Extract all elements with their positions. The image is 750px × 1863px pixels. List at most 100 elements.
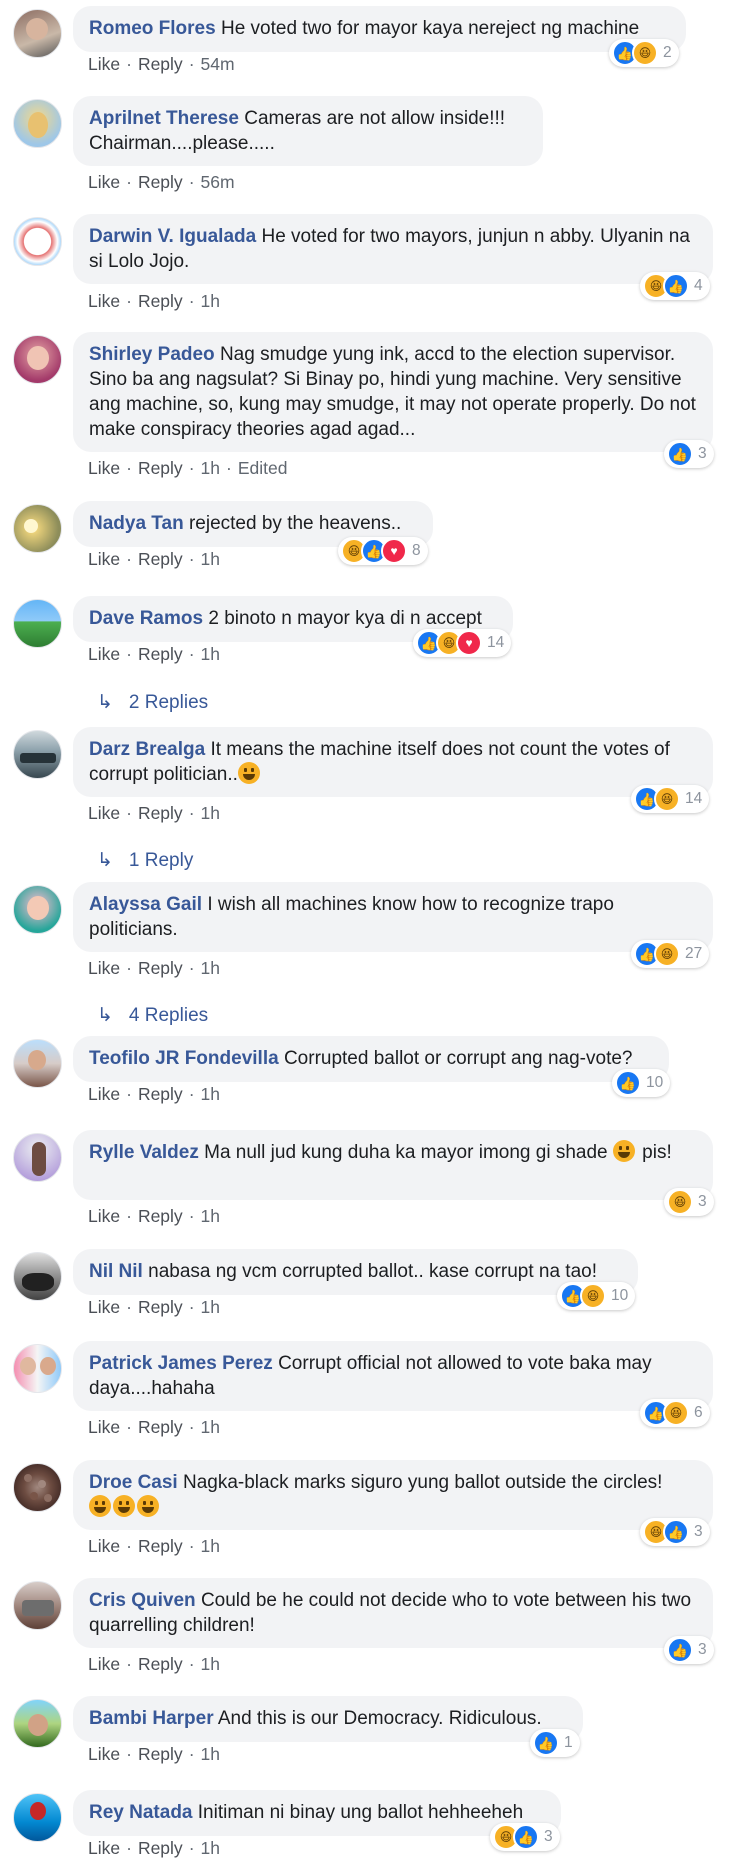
- reply-link[interactable]: Reply: [138, 172, 183, 192]
- comment-author[interactable]: Darz Brealga: [89, 739, 205, 760]
- comment-time[interactable]: 1h: [201, 1206, 220, 1226]
- reaction-summary[interactable]: 👍 😆 14: [631, 785, 710, 813]
- avatar[interactable]: [13, 335, 62, 384]
- like-link[interactable]: Like: [88, 958, 120, 978]
- avatar[interactable]: [13, 1463, 62, 1512]
- reaction-summary[interactable]: 👍 😆 ♥ 14: [413, 629, 512, 657]
- like-link[interactable]: Like: [88, 1297, 120, 1317]
- comment-time[interactable]: 1h: [201, 1417, 220, 1437]
- comment-author[interactable]: Dave Ramos: [89, 608, 203, 629]
- comment-time[interactable]: 1h: [201, 291, 220, 311]
- comment-author[interactable]: Darwin V. Igualada: [89, 226, 256, 247]
- edited-label[interactable]: Edited: [238, 458, 288, 478]
- comment-author[interactable]: Nil Nil: [89, 1261, 143, 1282]
- comment-time[interactable]: 1h: [201, 1654, 220, 1674]
- avatar[interactable]: [13, 9, 62, 58]
- reaction-summary[interactable]: 👍 😆 27: [631, 940, 710, 968]
- comment-time[interactable]: 1h: [201, 958, 220, 978]
- like-link[interactable]: Like: [88, 458, 120, 478]
- view-replies-link[interactable]: ↳ 1 Reply: [97, 849, 193, 872]
- view-replies-link[interactable]: ↳ 4 Replies: [97, 1004, 208, 1027]
- comment-author[interactable]: Teofilo JR Fondevilla: [89, 1048, 279, 1069]
- reply-link[interactable]: Reply: [138, 1417, 183, 1437]
- reaction-summary[interactable]: 👍 😆 6: [640, 1399, 710, 1427]
- reaction-summary[interactable]: 👍 😆 10: [557, 1282, 636, 1310]
- avatar[interactable]: [13, 1039, 62, 1088]
- reply-link[interactable]: Reply: [138, 1838, 183, 1858]
- comment-author[interactable]: Nadya Tan: [89, 513, 184, 534]
- reply-link[interactable]: Reply: [138, 1297, 183, 1317]
- reaction-summary[interactable]: 😆 👍 ♥ 8: [338, 537, 428, 565]
- comment-author[interactable]: Patrick James Perez: [89, 1353, 273, 1374]
- avatar[interactable]: [13, 1252, 62, 1301]
- comment-time[interactable]: 56m: [201, 172, 235, 192]
- comment-author[interactable]: Rey Natada: [89, 1802, 193, 1823]
- reaction-summary[interactable]: 👍 3: [664, 440, 714, 468]
- reply-link[interactable]: Reply: [138, 1206, 183, 1226]
- comment-author[interactable]: Alayssa Gail: [89, 894, 202, 915]
- comment-author[interactable]: Droe Casi: [89, 1472, 178, 1493]
- avatar[interactable]: [13, 1344, 62, 1393]
- like-link[interactable]: Like: [88, 1206, 120, 1226]
- comment-author[interactable]: Bambi Harper: [89, 1708, 214, 1729]
- like-link[interactable]: Like: [88, 1744, 120, 1764]
- like-link[interactable]: Like: [88, 291, 120, 311]
- reply-link[interactable]: Reply: [138, 549, 183, 569]
- like-link[interactable]: Like: [88, 1654, 120, 1674]
- like-link[interactable]: Like: [88, 1536, 120, 1556]
- like-link[interactable]: Like: [88, 803, 120, 823]
- reaction-summary[interactable]: 😆 👍 3: [490, 1823, 560, 1851]
- avatar[interactable]: [13, 99, 62, 148]
- view-replies-link[interactable]: ↳ 2 Replies: [97, 691, 208, 714]
- comment-author[interactable]: Romeo Flores: [89, 18, 216, 39]
- replies-count[interactable]: 4 Replies: [129, 1005, 208, 1027]
- comment-author[interactable]: Cris Quiven: [89, 1590, 196, 1611]
- like-link[interactable]: Like: [88, 172, 120, 192]
- avatar[interactable]: [13, 599, 62, 648]
- like-link[interactable]: Like: [88, 549, 120, 569]
- reaction-summary[interactable]: 😆 👍 3: [640, 1518, 710, 1546]
- reaction-summary[interactable]: 👍 1: [530, 1729, 580, 1757]
- comment-time[interactable]: 1h: [201, 458, 220, 478]
- avatar[interactable]: [13, 1699, 62, 1748]
- reply-link[interactable]: Reply: [138, 458, 183, 478]
- comment-time[interactable]: 1h: [201, 549, 220, 569]
- reaction-summary[interactable]: 👍 10: [612, 1069, 671, 1097]
- like-link[interactable]: Like: [88, 1084, 120, 1104]
- avatar[interactable]: [13, 885, 62, 934]
- reply-link[interactable]: Reply: [138, 1536, 183, 1556]
- reply-link[interactable]: Reply: [138, 1084, 183, 1104]
- reply-link[interactable]: Reply: [138, 958, 183, 978]
- comment-time[interactable]: 1h: [201, 1297, 220, 1317]
- replies-count[interactable]: 1 Reply: [129, 850, 193, 872]
- avatar[interactable]: [13, 730, 62, 779]
- like-link[interactable]: Like: [88, 1417, 120, 1437]
- like-link[interactable]: Like: [88, 54, 120, 74]
- like-link[interactable]: Like: [88, 1838, 120, 1858]
- reply-link[interactable]: Reply: [138, 803, 183, 823]
- reaction-summary[interactable]: 😆 3: [664, 1188, 714, 1216]
- comment-time[interactable]: 1h: [201, 1536, 220, 1556]
- comment-time[interactable]: 1h: [201, 1744, 220, 1764]
- reply-link[interactable]: Reply: [138, 1744, 183, 1764]
- reply-link[interactable]: Reply: [138, 1654, 183, 1674]
- comment-time[interactable]: 1h: [201, 644, 220, 664]
- comment-author[interactable]: Aprilnet Therese: [89, 108, 239, 129]
- avatar[interactable]: [13, 1581, 62, 1630]
- reply-link[interactable]: Reply: [138, 644, 183, 664]
- comment-time[interactable]: 54m: [201, 54, 235, 74]
- comment-author[interactable]: Shirley Padeo: [89, 344, 215, 365]
- reaction-summary[interactable]: 👍 😆 2: [609, 39, 679, 67]
- like-link[interactable]: Like: [88, 644, 120, 664]
- avatar[interactable]: [13, 504, 62, 553]
- reply-link[interactable]: Reply: [138, 54, 183, 74]
- comment-author[interactable]: Rylle Valdez: [89, 1142, 199, 1163]
- avatar[interactable]: [13, 217, 62, 266]
- comment-time[interactable]: 1h: [201, 1838, 220, 1858]
- avatar[interactable]: [13, 1133, 62, 1182]
- reaction-summary[interactable]: 👍 3: [664, 1636, 714, 1664]
- reply-link[interactable]: Reply: [138, 291, 183, 311]
- reaction-summary[interactable]: 😆 👍 4: [640, 272, 710, 300]
- avatar[interactable]: [13, 1793, 62, 1842]
- comment-time[interactable]: 1h: [201, 1084, 220, 1104]
